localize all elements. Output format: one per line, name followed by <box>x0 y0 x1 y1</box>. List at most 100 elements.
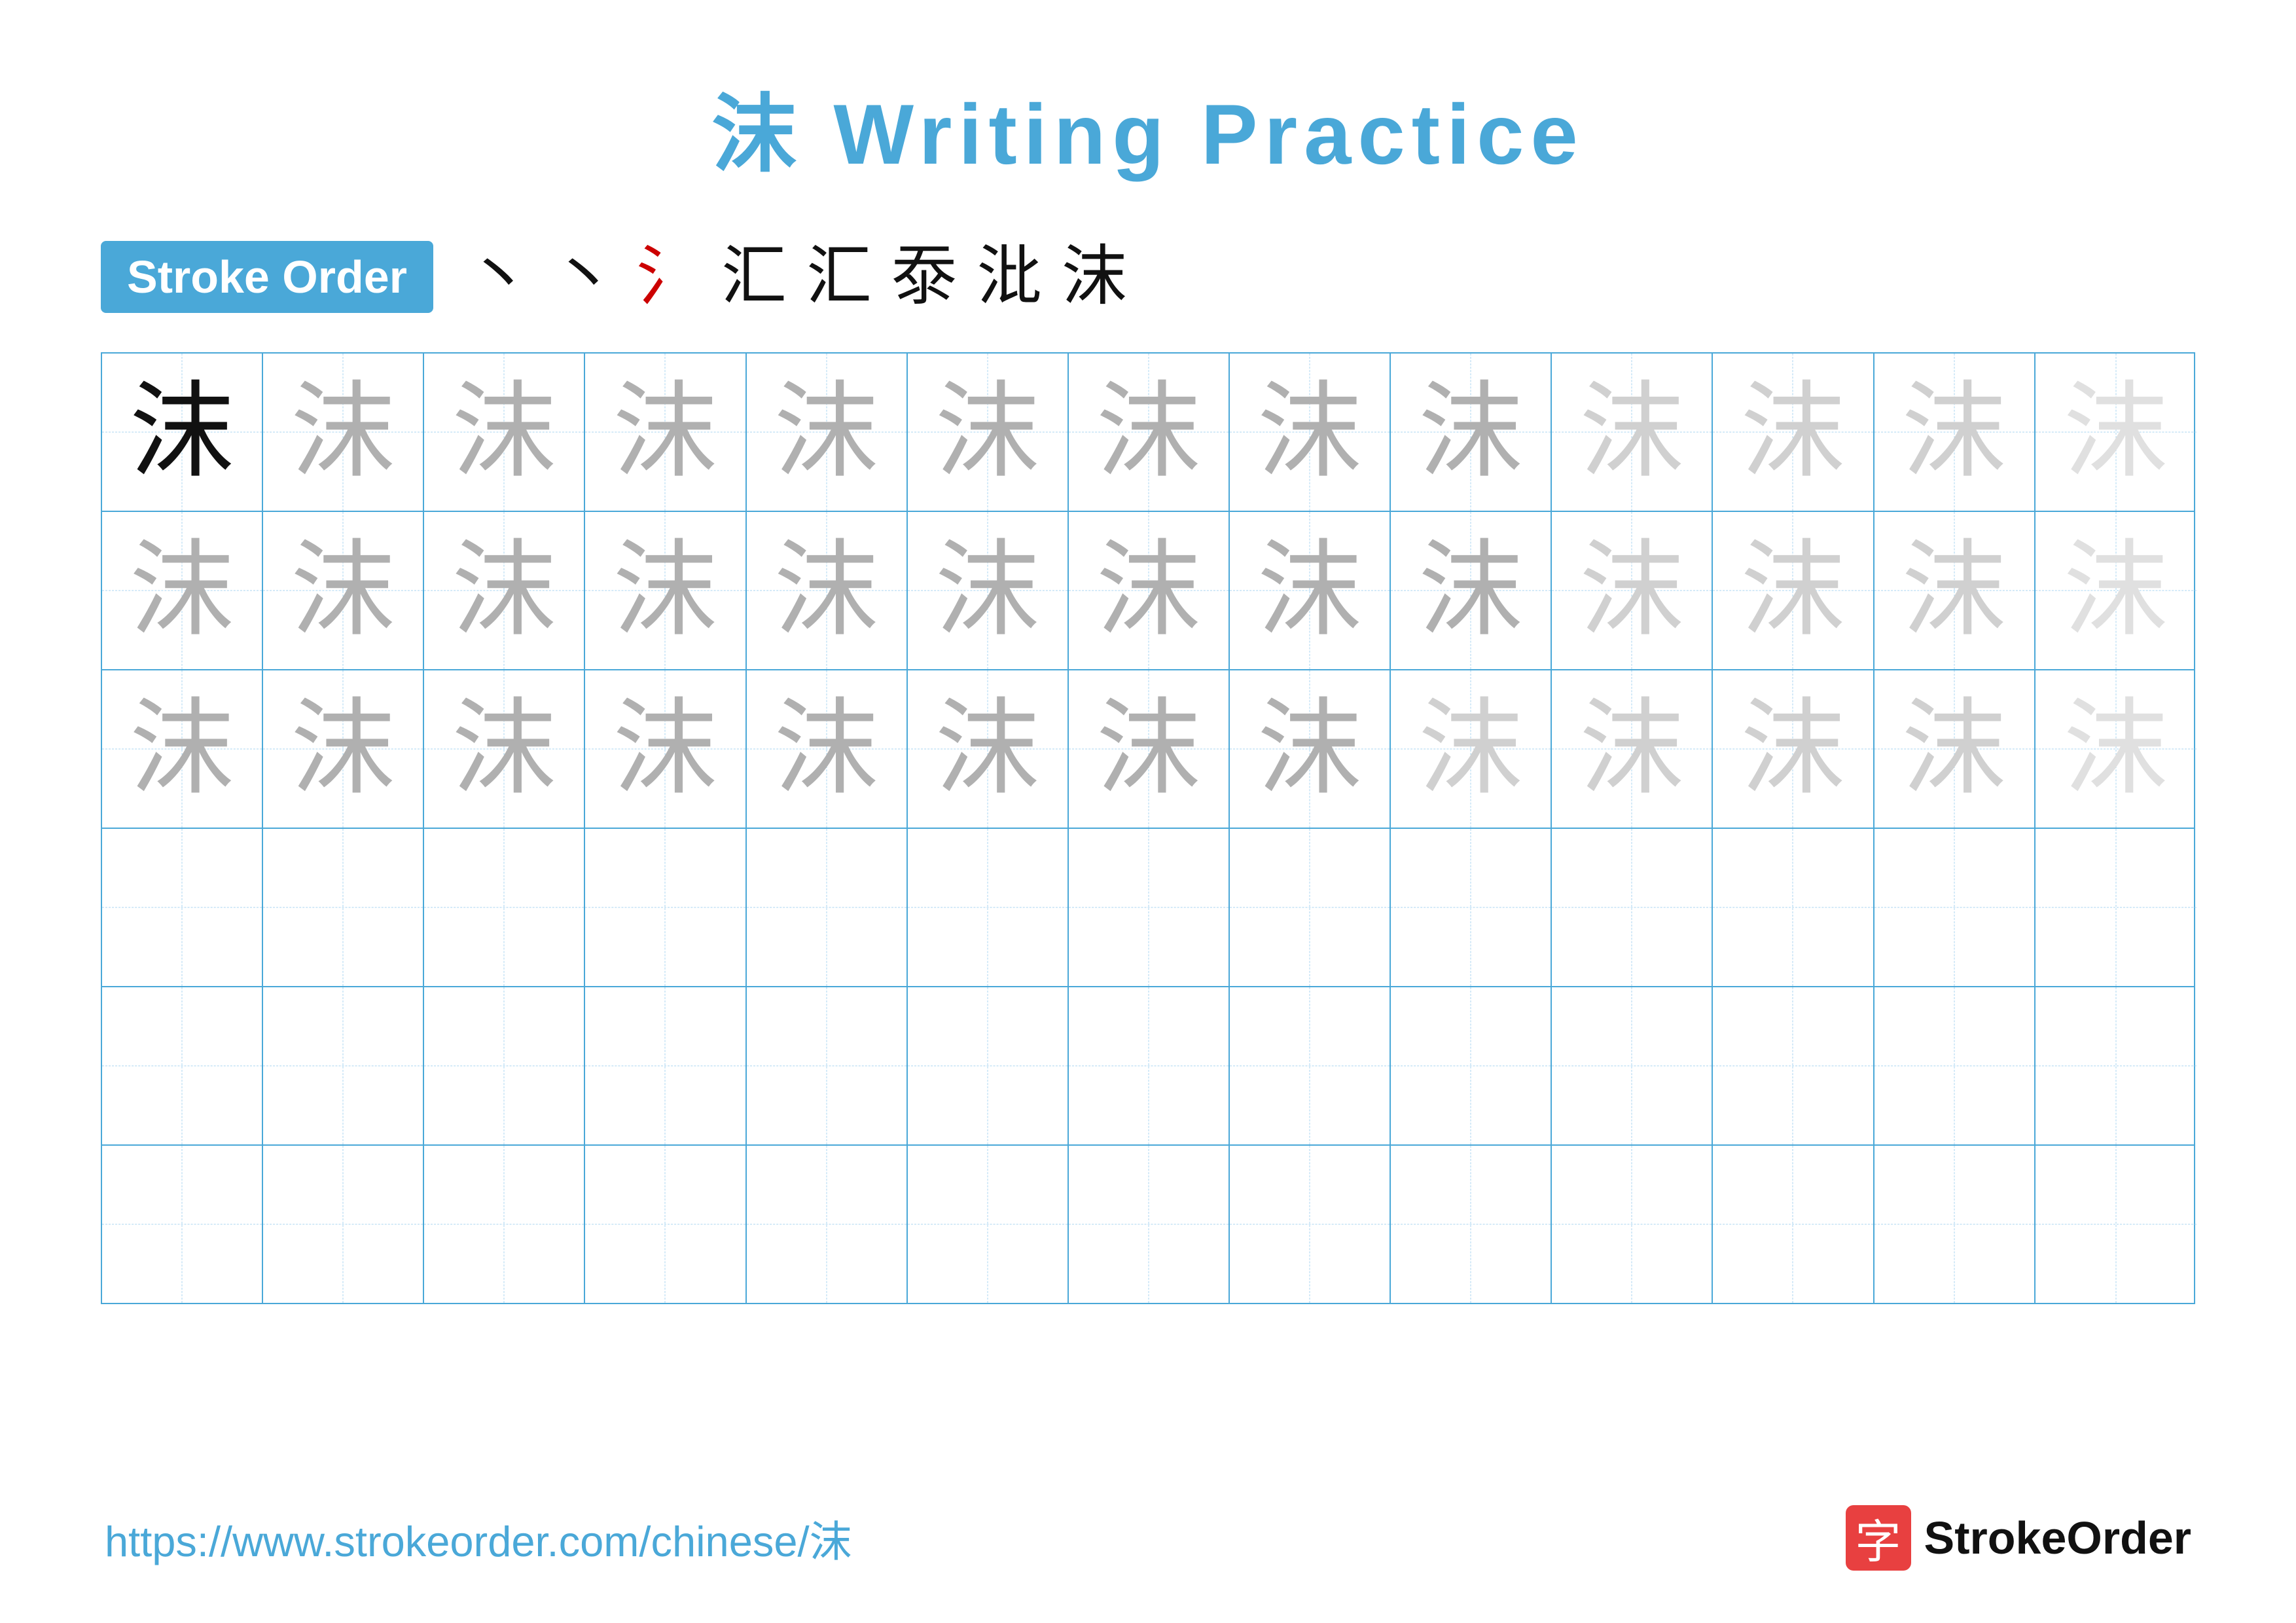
grid-cell-5-12[interactable] <box>2036 1146 2197 1303</box>
practice-grid: 沫沫沫沫沫沫沫沫沫沫沫沫沫沫沫沫沫沫沫沫沫沫沫沫沫沫沫沫沫沫沫沫沫沫沫沫沫沫沫 <box>101 352 2195 1304</box>
grid-cell-1-4[interactable]: 沫 <box>747 512 908 669</box>
grid-cell-0-0[interactable]: 沫 <box>102 354 263 511</box>
stroke-2: 氵 <box>636 244 702 310</box>
grid-cell-2-3[interactable]: 沫 <box>585 670 746 828</box>
grid-cell-1-10[interactable]: 沫 <box>1713 512 1874 669</box>
grid-cell-1-0[interactable]: 沫 <box>102 512 263 669</box>
grid-cell-0-2[interactable]: 沫 <box>424 354 585 511</box>
grid-cell-0-5[interactable]: 沫 <box>908 354 1069 511</box>
grid-cell-2-5[interactable]: 沫 <box>908 670 1069 828</box>
stroke-7: 沫 <box>1062 244 1127 310</box>
grid-cell-5-6[interactable] <box>1069 1146 1230 1303</box>
grid-cell-1-5[interactable]: 沫 <box>908 512 1069 669</box>
grid-cell-0-8[interactable]: 沫 <box>1391 354 1552 511</box>
page-title: 沫 Writing Practice <box>711 65 1584 189</box>
grid-cell-4-9[interactable] <box>1552 987 1713 1144</box>
cell-character: 沫 <box>613 538 717 643</box>
grid-cell-1-12[interactable]: 沫 <box>2036 512 2197 669</box>
title-english: Writing Practice <box>833 86 1584 182</box>
grid-cell-0-10[interactable]: 沫 <box>1713 354 1874 511</box>
grid-cell-3-8[interactable] <box>1391 829 1552 986</box>
grid-cell-1-9[interactable]: 沫 <box>1552 512 1713 669</box>
grid-cell-0-6[interactable]: 沫 <box>1069 354 1230 511</box>
grid-cell-2-11[interactable]: 沫 <box>1874 670 2036 828</box>
grid-cell-0-1[interactable]: 沫 <box>263 354 424 511</box>
cell-character: 沫 <box>1740 697 1845 801</box>
grid-cell-2-9[interactable]: 沫 <box>1552 670 1713 828</box>
grid-row-5 <box>102 1146 2194 1303</box>
stroke-6: 沘 <box>977 244 1042 310</box>
grid-cell-4-4[interactable] <box>747 987 908 1144</box>
grid-cell-4-7[interactable] <box>1230 987 1391 1144</box>
grid-cell-1-7[interactable]: 沫 <box>1230 512 1391 669</box>
grid-cell-4-11[interactable] <box>1874 987 2036 1144</box>
grid-cell-3-4[interactable] <box>747 829 908 986</box>
grid-cell-2-2[interactable]: 沫 <box>424 670 585 828</box>
grid-row-2: 沫沫沫沫沫沫沫沫沫沫沫沫沫 <box>102 670 2194 829</box>
grid-cell-4-2[interactable] <box>424 987 585 1144</box>
grid-cell-1-11[interactable]: 沫 <box>1874 512 2036 669</box>
stroke-sequence: 丶丶氵汇汇沗沘沫 <box>466 244 1127 310</box>
cell-character: 沫 <box>1579 380 1684 484</box>
cell-character: 沫 <box>1257 538 1362 643</box>
grid-cell-2-0[interactable]: 沫 <box>102 670 263 828</box>
grid-cell-1-1[interactable]: 沫 <box>263 512 424 669</box>
grid-cell-1-6[interactable]: 沫 <box>1069 512 1230 669</box>
grid-cell-3-11[interactable] <box>1874 829 2036 986</box>
grid-cell-5-10[interactable] <box>1713 1146 1874 1303</box>
grid-cell-4-0[interactable] <box>102 987 263 1144</box>
grid-cell-4-3[interactable] <box>585 987 746 1144</box>
grid-cell-4-5[interactable] <box>908 987 1069 1144</box>
grid-cell-5-11[interactable] <box>1874 1146 2036 1303</box>
grid-cell-2-1[interactable]: 沫 <box>263 670 424 828</box>
grid-cell-0-11[interactable]: 沫 <box>1874 354 2036 511</box>
cell-character: 沫 <box>1740 380 1845 484</box>
grid-cell-0-4[interactable]: 沫 <box>747 354 908 511</box>
grid-cell-5-7[interactable] <box>1230 1146 1391 1303</box>
grid-cell-2-8[interactable]: 沫 <box>1391 670 1552 828</box>
grid-cell-5-1[interactable] <box>263 1146 424 1303</box>
grid-cell-4-12[interactable] <box>2036 987 2197 1144</box>
grid-cell-0-3[interactable]: 沫 <box>585 354 746 511</box>
cell-character: 沫 <box>613 697 717 801</box>
grid-cell-3-1[interactable] <box>263 829 424 986</box>
grid-cell-2-6[interactable]: 沫 <box>1069 670 1230 828</box>
grid-cell-5-9[interactable] <box>1552 1146 1713 1303</box>
grid-cell-5-4[interactable] <box>747 1146 908 1303</box>
grid-cell-3-3[interactable] <box>585 829 746 986</box>
grid-cell-5-5[interactable] <box>908 1146 1069 1303</box>
footer-url[interactable]: https://www.strokeorder.com/chinese/沫 <box>105 1507 852 1569</box>
grid-cell-2-12[interactable]: 沫 <box>2036 670 2197 828</box>
grid-cell-3-6[interactable] <box>1069 829 1230 986</box>
grid-cell-4-8[interactable] <box>1391 987 1552 1144</box>
grid-cell-2-7[interactable]: 沫 <box>1230 670 1391 828</box>
cell-character: 沫 <box>1902 538 2007 643</box>
grid-cell-1-8[interactable]: 沫 <box>1391 512 1552 669</box>
grid-cell-0-7[interactable]: 沫 <box>1230 354 1391 511</box>
grid-cell-1-3[interactable]: 沫 <box>585 512 746 669</box>
grid-cell-5-0[interactable] <box>102 1146 263 1303</box>
grid-cell-3-10[interactable] <box>1713 829 1874 986</box>
grid-cell-2-4[interactable]: 沫 <box>747 670 908 828</box>
grid-cell-4-1[interactable] <box>263 987 424 1144</box>
grid-row-1: 沫沫沫沫沫沫沫沫沫沫沫沫沫 <box>102 512 2194 670</box>
grid-cell-5-3[interactable] <box>585 1146 746 1303</box>
grid-cell-5-8[interactable] <box>1391 1146 1552 1303</box>
grid-cell-1-2[interactable]: 沫 <box>424 512 585 669</box>
grid-cell-0-12[interactable]: 沫 <box>2036 354 2197 511</box>
grid-cell-3-2[interactable] <box>424 829 585 986</box>
grid-cell-3-0[interactable] <box>102 829 263 986</box>
grid-cell-5-2[interactable] <box>424 1146 585 1303</box>
grid-cell-3-12[interactable] <box>2036 829 2197 986</box>
grid-cell-4-10[interactable] <box>1713 987 1874 1144</box>
grid-cell-2-10[interactable]: 沫 <box>1713 670 1874 828</box>
cell-character: 沫 <box>1096 538 1201 643</box>
grid-cell-3-5[interactable] <box>908 829 1069 986</box>
stroke-3: 汇 <box>721 244 787 310</box>
grid-cell-0-9[interactable]: 沫 <box>1552 354 1713 511</box>
grid-cell-3-7[interactable] <box>1230 829 1391 986</box>
stroke-order-badge[interactable]: Stroke Order <box>101 241 433 313</box>
grid-cell-3-9[interactable] <box>1552 829 1713 986</box>
grid-cell-4-6[interactable] <box>1069 987 1230 1144</box>
logo-text: StrokeOrder <box>1924 1512 2191 1564</box>
